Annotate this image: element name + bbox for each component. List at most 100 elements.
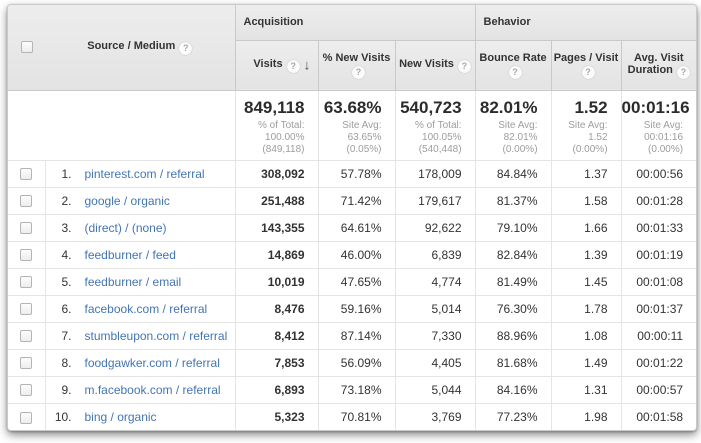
pct-new-visits-value: 64.61% (318, 214, 395, 241)
row-checkbox-cell (8, 376, 45, 403)
table-header: Source / Medium? Acquisition Behavior Vi… (8, 5, 696, 90)
pages-visit-value: 1.58 (551, 187, 621, 214)
new-visits-value: 92,622 (395, 214, 475, 241)
group-header-behavior: Behavior (475, 5, 696, 40)
table-row: 2.google / organic 251,488 71.42% 179,61… (8, 187, 696, 214)
visits-value: 10,019 (235, 268, 318, 295)
source-medium-label: Source / Medium (87, 40, 175, 52)
row-number: 2. (46, 194, 72, 208)
pages-visit-value: 1.66 (551, 214, 621, 241)
source-medium-link[interactable]: (direct) / (none) (85, 221, 167, 235)
column-header-source-medium[interactable]: Source / Medium? (45, 5, 235, 90)
sort-descending-icon[interactable]: ↓ (304, 57, 311, 73)
summary-bounce-rate: 82.01%Site Avg:82.01%(0.00%) (475, 90, 551, 160)
pct-new-visits-value: 73.18% (318, 376, 395, 403)
source-medium-link[interactable]: pinterest.com / referral (85, 167, 205, 181)
pages-visit-value: 1.49 (551, 349, 621, 376)
source-medium-link[interactable]: feedburner / feed (85, 248, 176, 262)
table-row: 5.feedburner / email 10,019 47.65% 4,774… (8, 268, 696, 295)
bounce-rate-value: 81.49% (475, 268, 551, 295)
new-visits-value: 4,405 (395, 349, 475, 376)
row-number: 4. (46, 248, 72, 262)
select-all-checkbox[interactable] (21, 41, 33, 53)
new-visits-value: 179,617 (395, 187, 475, 214)
source-medium-link[interactable]: bing / organic (85, 410, 157, 424)
table-row: 4.feedburner / feed 14,869 46.00% 6,839 … (8, 241, 696, 268)
new-visits-value: 3,769 (395, 403, 475, 430)
source-medium-link[interactable]: google / organic (85, 194, 170, 208)
column-header-pages-visit[interactable]: Pages / Visit ? (551, 40, 621, 90)
source-medium-cell: 9.m.facebook.com / referral (45, 376, 235, 403)
row-number: 5. (46, 275, 72, 289)
row-checkbox[interactable] (20, 168, 32, 180)
visits-value: 143,355 (235, 214, 318, 241)
source-medium-link[interactable]: foodgawker.com / referral (85, 356, 220, 370)
column-header-bounce-rate[interactable]: Bounce Rate ? (475, 40, 551, 90)
row-checkbox[interactable] (20, 303, 32, 315)
table-row: 9.m.facebook.com / referral 6,893 73.18%… (8, 376, 696, 403)
bounce-rate-label: Bounce Rate (476, 52, 551, 64)
row-checkbox[interactable] (20, 330, 32, 342)
column-header-new-visits[interactable]: New Visits? (395, 40, 475, 90)
source-medium-cell: 4. feedburner / feed (45, 241, 235, 268)
row-checkbox-cell (8, 322, 45, 349)
source-medium-cell: 6.facebook.com / referral (45, 295, 235, 322)
help-icon[interactable]: ? (287, 60, 300, 73)
row-checkbox[interactable] (20, 384, 32, 396)
table-row: 7.stumbleupon.com / referral 8,412 87.14… (8, 322, 696, 349)
avg-visit-duration-value: 00:01:22 (621, 349, 696, 376)
summary-blank-cell (8, 90, 45, 160)
help-icon[interactable]: ? (458, 60, 471, 73)
source-medium-link[interactable]: facebook.com / referral (85, 302, 208, 316)
row-checkbox[interactable] (20, 249, 32, 261)
bounce-rate-value: 82.84% (475, 241, 551, 268)
source-medium-cell: 3. (direct) / (none) (45, 214, 235, 241)
row-checkbox-cell (8, 187, 45, 214)
visits-value: 8,476 (235, 295, 318, 322)
avg-visit-duration-value: 00:01:33 (621, 214, 696, 241)
bounce-rate-value: 79.10% (475, 214, 551, 241)
avg-visit-duration-value: 00:01:37 (621, 295, 696, 322)
avg-visit-duration-value: 00:01:19 (621, 241, 696, 268)
source-medium-table: Source / Medium? Acquisition Behavior Vi… (8, 5, 696, 430)
row-checkbox[interactable] (20, 222, 32, 234)
summary-pct-new-visits: 63.68%Site Avg:63.65%(0.05%) (318, 90, 395, 160)
row-checkbox[interactable] (20, 412, 32, 424)
row-number: 3. (46, 221, 72, 235)
pages-visit-value: 1.45 (551, 268, 621, 295)
avg-visit-duration-label-line2: Duration (628, 64, 673, 76)
new-visits-value: 6,839 (395, 241, 475, 268)
visits-value: 251,488 (235, 187, 318, 214)
help-icon[interactable]: ? (509, 66, 522, 79)
pages-visit-value: 1.08 (551, 322, 621, 349)
help-icon[interactable]: ? (677, 66, 690, 79)
pct-new-visits-label: % New Visits (319, 52, 395, 64)
avg-visit-duration-value: 00:00:57 (621, 376, 696, 403)
analytics-table-panel: Source / Medium? Acquisition Behavior Vi… (7, 4, 697, 431)
column-header-pct-new-visits[interactable]: % New Visits ? (318, 40, 395, 90)
new-visits-value: 4,774 (395, 268, 475, 295)
source-medium-link[interactable]: m.facebook.com / referral (85, 383, 221, 397)
row-checkbox[interactable] (20, 357, 32, 369)
help-icon[interactable]: ? (352, 66, 365, 79)
source-medium-cell: 7.stumbleupon.com / referral (45, 322, 235, 349)
source-medium-cell: 1. pinterest.com / referral (45, 160, 235, 187)
row-checkbox[interactable] (20, 276, 32, 288)
pages-visit-label: Pages / Visit (552, 52, 621, 64)
table-body: 849,118% of Total:100.00%(849,118) 63.68… (8, 90, 696, 430)
summary-visits: 849,118% of Total:100.00%(849,118) (235, 90, 318, 160)
column-header-visits[interactable]: Visits? ↓ (235, 40, 318, 90)
row-checkbox-cell (8, 268, 45, 295)
row-checkbox[interactable] (20, 195, 32, 207)
source-medium-link[interactable]: feedburner / email (85, 275, 182, 289)
help-icon[interactable]: ? (179, 42, 192, 55)
summary-blank-cell (45, 90, 235, 160)
table-row: 1.pinterest.com / referral 308,092 57.78… (8, 160, 696, 187)
summary-row: 849,118% of Total:100.00%(849,118) 63.68… (8, 90, 696, 160)
source-medium-link[interactable]: stumbleupon.com / referral (85, 329, 228, 343)
help-icon[interactable]: ? (582, 66, 595, 79)
new-visits-value: 7,330 (395, 322, 475, 349)
row-number: 1. (46, 167, 72, 181)
column-header-avg-visit-duration[interactable]: Avg. Visit Duration? (621, 40, 696, 90)
source-medium-cell: 8.foodgawker.com / referral (45, 349, 235, 376)
